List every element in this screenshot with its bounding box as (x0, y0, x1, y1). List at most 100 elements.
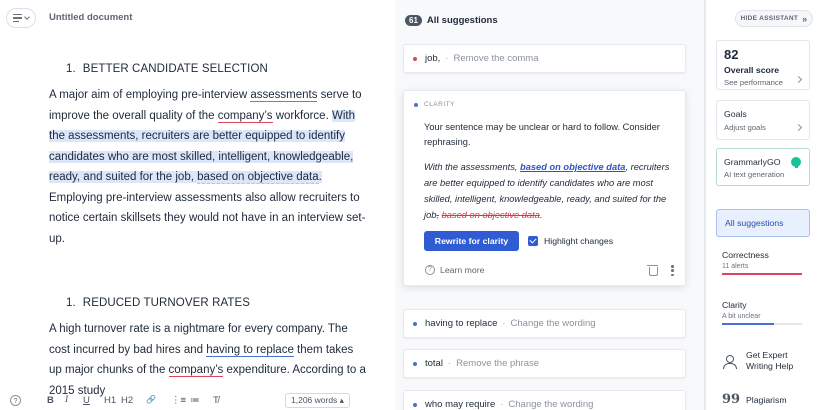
person-icon (722, 354, 737, 369)
separator: · (447, 358, 452, 369)
list-number: 1. (66, 63, 76, 75)
suggestion-card[interactable]: who may require · Change the wording (403, 390, 686, 410)
hide-assistant-button[interactable]: HIDE ASSISTANT » (735, 10, 813, 27)
severity-dot (413, 361, 417, 366)
goals-label: Goals (724, 109, 747, 119)
chevron-right-icon (794, 123, 803, 132)
severity-dot (413, 56, 417, 61)
lightbulb-icon (791, 157, 801, 168)
clear-format-icon[interactable]: T̸ (213, 395, 219, 406)
suggestion-action: Change the wording (510, 318, 596, 329)
clarity-bar (722, 323, 802, 325)
hamburger-icon (13, 13, 22, 23)
text-run: Employing pre-interview assessments also… (49, 191, 366, 245)
flagged-word-company[interactable]: company’s (168, 364, 224, 377)
correctness-bar (722, 273, 802, 275)
adjust-goals-link: Adjust goals (724, 123, 766, 132)
correctness-alerts: 11 alerts (722, 263, 749, 270)
double-chevron-right-icon: » (802, 13, 808, 24)
heading-text: BETTER CANDIDATE SELECTION (82, 63, 268, 75)
help-icon[interactable]: ? (10, 395, 21, 406)
example-insertion: based on objective data (520, 162, 626, 172)
section-heading-1[interactable]: 1. BETTER CANDIDATE SELECTION (66, 63, 268, 75)
more-options-icon[interactable] (671, 265, 674, 276)
suggestion-example: With the assessments, based on objective… (424, 159, 682, 223)
expert-label-line2: Writing Help (746, 361, 794, 371)
help-icon[interactable]: ? (425, 265, 435, 275)
grammarlygo-sub: AI text generation (724, 170, 785, 179)
heading2-button[interactable]: H2 (121, 395, 133, 406)
expert-label: Get Expert Writing Help (746, 350, 793, 372)
heading1-button[interactable]: H1 (104, 395, 116, 406)
text-run: workforce. (272, 109, 332, 122)
suggestion-action: Remove the comma (453, 53, 539, 64)
all-suggestions-filter[interactable]: All suggestions (716, 209, 810, 237)
goals-card[interactable]: Goals Adjust goals (716, 100, 810, 140)
example-deletion: , (436, 210, 440, 220)
separator: · (502, 318, 506, 329)
clarity-status: A bit unclear (722, 313, 761, 320)
severity-dot (414, 103, 418, 107)
word-count-button[interactable]: 1,206 words ▴ (285, 393, 350, 408)
clarity-filter[interactable]: Clarity A bit unclear (722, 300, 808, 325)
hide-assistant-label: HIDE ASSISTANT (740, 15, 799, 22)
highlight-changes-checkbox[interactable] (528, 236, 538, 246)
grammarlygo-label: GrammarlyGO (724, 157, 781, 167)
highlight-changes-label[interactable]: Highlight changes (544, 236, 613, 246)
example-text: With the assessments, (424, 162, 521, 172)
suggestion-card[interactable]: total · Remove the phrase (403, 349, 686, 378)
flagged-phrase-having-to-replace[interactable]: having to replace (206, 343, 294, 357)
suggestions-header: 61 All suggestions (405, 15, 498, 26)
section-heading-2[interactable]: 1. REDUCED TURNOVER RATES (66, 297, 250, 309)
grammarlygo-card[interactable]: GrammarlyGO AI text generation (716, 148, 810, 186)
assistant-sidebar: HIDE ASSISTANT » 82 Overall score See pe… (705, 0, 818, 410)
overall-score-value: 82 (724, 47, 739, 62)
suggestion-card[interactable]: having to replace · Change the wording (403, 309, 686, 338)
highlighted-phrase[interactable]: based on objective data (197, 171, 319, 184)
paragraph-2[interactable]: A high turnover rate is a nightmare for … (49, 319, 369, 401)
underline-button[interactable]: U (83, 395, 90, 406)
correctness-label: Correctness (722, 250, 769, 260)
italic-button[interactable]: I (65, 395, 68, 405)
flagged-word-company[interactable]: company’s (217, 109, 273, 123)
editor-pane: Untitled document 1. BETTER CANDIDATE SEL… (0, 0, 395, 410)
overall-score-card[interactable]: 82 Overall score See performance (716, 40, 810, 90)
see-performance-link: See performance (724, 78, 783, 87)
learn-more-link[interactable]: Learn more (440, 265, 484, 275)
expanded-suggestion-card[interactable]: CLARITY Your sentence may be unclear or … (403, 90, 686, 286)
text-run: A major aim of employing pre-interview (49, 89, 251, 101)
example-text: . (539, 210, 543, 220)
clarity-label: Clarity (722, 300, 747, 310)
bold-button[interactable]: B (47, 395, 54, 406)
document-title[interactable]: Untitled document (49, 12, 132, 23)
paragraph-1[interactable]: A major aim of employing pre-interview a… (49, 85, 369, 249)
overall-score-label: Overall score (724, 65, 780, 75)
correctness-filter[interactable]: Correctness 11 alerts (722, 250, 808, 275)
quote-icon: 99 (722, 392, 741, 407)
plagiarism-label: Plagiarism (746, 394, 787, 405)
suggestion-action: Change the wording (508, 399, 594, 410)
suggestion-word: job, (425, 53, 441, 64)
flagged-word-assessments[interactable]: assessments (250, 89, 318, 102)
expert-writing-help-link[interactable]: Get Expert Writing Help (722, 350, 793, 372)
link-icon[interactable]: 🔗 (146, 395, 156, 404)
heading-text: REDUCED TURNOVER RATES (82, 297, 251, 309)
suggestions-pane: 61 All suggestions job, · Remove the com… (395, 0, 705, 410)
correctness-bar-fill (722, 273, 802, 275)
example-deletion: based on objective data (441, 210, 540, 220)
menu-button[interactable] (6, 8, 36, 28)
rewrite-for-clarity-button[interactable]: Rewrite for clarity (424, 231, 519, 251)
trash-icon[interactable] (647, 264, 658, 276)
suggestion-message: Your sentence may be unclear or hard to … (424, 122, 660, 147)
pane-divider (705, 0, 706, 410)
suggestion-card[interactable]: job, · Remove the comma (403, 44, 686, 73)
format-toolbar: ? B I U H1 H2 🔗 ⋮≡ ≔ T̸ 1,206 words ▴ (0, 392, 395, 410)
plagiarism-link[interactable]: 99 Plagiarism (722, 392, 787, 407)
chevron-right-icon (794, 75, 803, 84)
suggestion-word: who may require (425, 399, 496, 410)
severity-dot (413, 321, 417, 326)
ordered-list-icon[interactable]: ⋮≡ (171, 395, 186, 406)
bullet-list-icon[interactable]: ≔ (190, 395, 200, 406)
list-number: 1. (66, 297, 76, 309)
separator: · (500, 399, 504, 410)
